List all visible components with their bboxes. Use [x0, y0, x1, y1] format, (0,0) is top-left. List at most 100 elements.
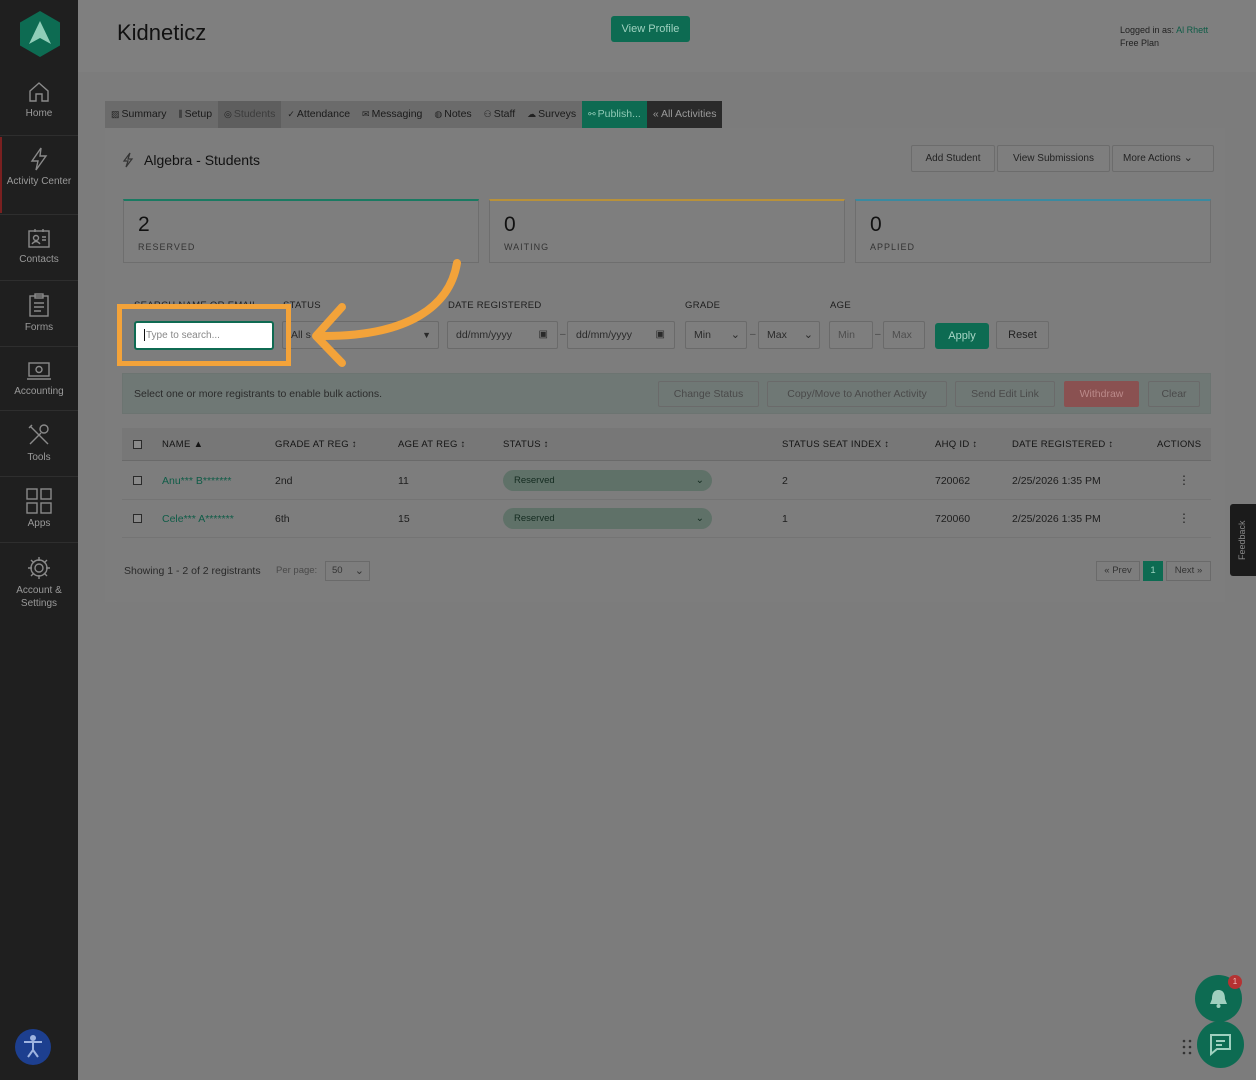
column-header-ahq-id[interactable]: AHQ ID ↕ — [935, 439, 978, 450]
tab-label: « All Activities — [652, 108, 717, 120]
tab-all-activities[interactable]: « All Activities — [646, 101, 723, 128]
sidebar-item-label: Accounting — [14, 386, 64, 397]
column-header-date[interactable]: DATE REGISTERED ↕ — [1012, 439, 1114, 450]
range-dash: – — [750, 329, 756, 340]
sidebar-item-label: Forms — [24, 322, 54, 333]
status-select[interactable]: Reserved ⌄ — [503, 470, 712, 491]
divider — [0, 346, 78, 347]
text-caret — [144, 329, 145, 342]
sidebar-item-label: Tools — [27, 452, 51, 463]
tab-setup[interactable]: ⫼ Setup — [172, 101, 218, 128]
date-to-input[interactable]: dd/mm/yyyy ▣ — [567, 321, 675, 349]
sidebar-item-account-settings[interactable]: Account & Settings — [0, 555, 78, 610]
bolt-icon — [30, 147, 48, 171]
mail-icon: ✉ — [362, 109, 370, 119]
column-header-grade[interactable]: GRADE AT REG ↕ — [275, 439, 357, 450]
status-select[interactable]: Reserved ⌄ — [503, 508, 712, 529]
date-cell: 2/25/2026 1:35 PM — [1012, 475, 1101, 487]
sidebar-item-activity-center[interactable]: Activity Center — [0, 146, 78, 188]
divider — [0, 135, 78, 136]
reset-button[interactable]: Reset — [996, 321, 1049, 349]
tab-publish[interactable]: ⚯ Publish... — [582, 101, 647, 128]
add-student-button[interactable]: Add Student — [911, 145, 995, 172]
stat-label: APPLIED — [870, 242, 916, 252]
drag-handle-icon[interactable] — [1182, 1039, 1192, 1055]
prev-page-button[interactable]: « Prev — [1096, 561, 1140, 581]
sidebar: Home Activity Center Contacts Forms Acco… — [0, 0, 78, 1080]
sidebar-item-home[interactable]: Home — [0, 80, 78, 120]
chat-button[interactable] — [1197, 1021, 1244, 1068]
tab-label: Publish... — [597, 108, 641, 120]
tab-summary[interactable]: ▨ Summary — [105, 101, 172, 128]
apply-button[interactable]: Apply — [935, 323, 989, 349]
column-header-age[interactable]: AGE AT REG ↕ — [398, 439, 466, 450]
row-actions-icon[interactable]: ⋮ — [1178, 473, 1190, 487]
select-all-checkbox[interactable] — [133, 440, 142, 449]
tab-messaging[interactable]: ✉ Messaging — [356, 101, 428, 128]
tab-surveys[interactable]: ☁ Surveys — [521, 101, 582, 128]
sidebar-item-apps[interactable]: Apps — [0, 488, 78, 530]
divider — [0, 280, 78, 281]
sidebar-item-contacts[interactable]: Contacts — [0, 226, 78, 266]
stat-reserved: 2 RESERVED — [123, 199, 479, 263]
withdraw-button[interactable]: Withdraw — [1064, 381, 1139, 407]
tab-staff[interactable]: ⚇ Staff — [478, 101, 521, 128]
calendar-icon: ▣ — [538, 329, 548, 340]
grade-max-select[interactable]: Max ⌄ — [758, 321, 820, 349]
column-header-status[interactable]: STATUS ↕ — [503, 439, 549, 450]
tools-icon — [28, 424, 49, 445]
next-page-button[interactable]: Next » — [1166, 561, 1211, 581]
sidebar-item-forms[interactable]: Forms — [0, 292, 78, 334]
top-bar: Kidneticz View Profile Logged in as: Al … — [78, 0, 1256, 72]
cloud-icon: ☁ — [527, 109, 537, 119]
view-profile-button[interactable]: View Profile — [611, 16, 690, 42]
feedback-label: Feedback — [1237, 520, 1247, 560]
age-max-input[interactable]: Max — [883, 321, 925, 349]
row-checkbox[interactable] — [133, 514, 142, 523]
home-icon — [29, 82, 49, 102]
accessibility-button[interactable] — [15, 1029, 51, 1065]
student-name-link[interactable]: Anu*** B******* — [162, 475, 231, 487]
per-page-select[interactable]: 50 ⌄ — [325, 561, 370, 581]
row-actions-icon[interactable]: ⋮ — [1178, 511, 1190, 525]
chevron-down-icon: ⌄ — [695, 513, 704, 524]
grade-min-select[interactable]: Min ⌄ — [685, 321, 747, 349]
search-input[interactable]: Type to search... — [134, 321, 274, 350]
change-status-button[interactable]: Change Status — [658, 381, 759, 407]
tab-students[interactable]: ◎ Students — [218, 101, 282, 128]
age-min-input[interactable]: Min — [829, 321, 873, 349]
tab-attendance[interactable]: ✓ Attendance — [281, 101, 356, 128]
column-header-seat-index[interactable]: STATUS SEAT INDEX ↕ — [782, 439, 889, 450]
sidebar-item-tools[interactable]: Tools — [0, 422, 78, 464]
divider — [0, 214, 78, 215]
staff-icon: ⚇ — [483, 109, 492, 119]
more-actions-button[interactable]: More Actions ⌄ — [1112, 145, 1214, 172]
divider — [0, 476, 78, 477]
page-1-button[interactable]: 1 — [1143, 561, 1163, 581]
bulk-actions-hint: Select one or more registrants to enable… — [134, 388, 383, 400]
send-edit-link-button[interactable]: Send Edit Link — [955, 381, 1055, 407]
link-icon: ⚯ — [588, 109, 596, 119]
tab-label: Attendance — [296, 108, 351, 120]
plan-label: Free Plan — [1120, 38, 1160, 48]
stat-waiting: 0 WAITING — [489, 199, 845, 263]
stat-applied: 0 APPLIED — [855, 199, 1211, 263]
row-checkbox[interactable] — [133, 476, 142, 485]
view-submissions-button[interactable]: View Submissions — [997, 145, 1110, 172]
notification-badge: 1 — [1228, 975, 1242, 989]
user-link[interactable]: Al Rhett — [1176, 25, 1208, 35]
sidebar-item-label: Account & Settings — [16, 585, 62, 609]
student-name-link[interactable]: Cele*** A******* — [162, 513, 234, 525]
clear-button[interactable]: Clear — [1148, 381, 1200, 407]
status-value: Reserved — [514, 475, 555, 486]
tab-notes[interactable]: ◍ Notes — [428, 101, 477, 128]
tab-label: Summary — [121, 108, 167, 120]
feedback-tab[interactable]: Feedback — [1230, 504, 1256, 576]
app-logo[interactable] — [19, 10, 61, 58]
sidebar-item-accounting[interactable]: Accounting — [0, 360, 78, 398]
copy-move-button[interactable]: Copy/Move to Another Activity — [767, 381, 947, 407]
sidebar-item-label: Apps — [27, 518, 51, 529]
chevron-down-icon: ⌄ — [695, 475, 704, 486]
column-header-actions: ACTIONS — [1157, 439, 1202, 450]
column-header-name[interactable]: NAME ▲ — [162, 439, 203, 450]
